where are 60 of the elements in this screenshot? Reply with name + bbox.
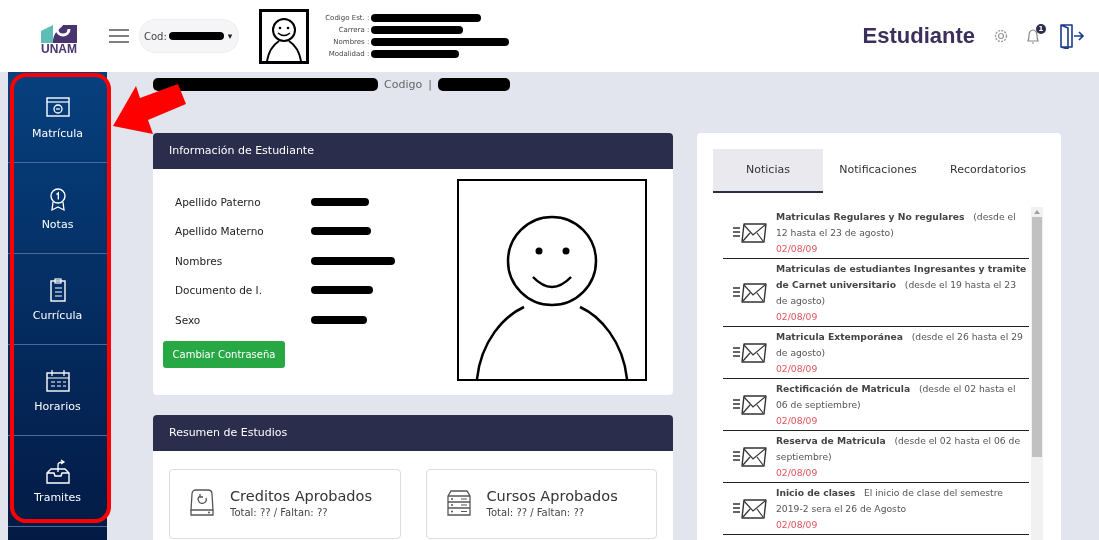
card-title: Resumen de Estudios xyxy=(153,415,673,451)
news-date: 02/08/09 xyxy=(776,362,819,376)
news-date: 02/08/09 xyxy=(776,466,819,480)
sidebar-item[interactable]: Currícula xyxy=(8,254,107,345)
news-text: Matricula Extemporánea (desde el 26 hasta el 29 de agosto) xyxy=(776,330,1024,360)
bell-icon xyxy=(1025,27,1041,45)
field-label: Nombres xyxy=(175,254,224,267)
server-icon xyxy=(444,488,473,518)
stat-detail: Total: ?? / Faltan: ?? xyxy=(230,507,329,518)
code-select[interactable]: Cod: ▾ xyxy=(139,19,240,53)
stat-title: Cursos Aprobados xyxy=(486,488,618,504)
redaction-bar xyxy=(311,315,367,324)
tab[interactable]: Noticias xyxy=(713,149,823,193)
envelope-icon xyxy=(732,342,768,364)
envelope-icon xyxy=(732,222,768,244)
sidebar-item[interactable]: Notas xyxy=(8,163,107,254)
logo-icon xyxy=(39,23,79,43)
redaction-bar xyxy=(311,197,369,206)
sidebar-item[interactable]: Horarios xyxy=(8,345,107,436)
role-title: Estudiante xyxy=(862,23,975,49)
envelope-icon xyxy=(732,394,768,416)
news-date: 02/08/09 xyxy=(776,242,819,256)
tab[interactable]: Notificaciones xyxy=(823,149,933,193)
news-text: Reserva de Matricula (desde el 02 hasta el 06 de septiembre) xyxy=(776,434,1022,464)
news-text: Inicio de clases El inicio de clase del semestre 2019-2 sera el 26 de Agosto xyxy=(776,486,1004,516)
sidebar-item[interactable]: Matrícula xyxy=(8,72,107,163)
field-label: Apellido Materno xyxy=(175,225,265,238)
stat-title: Creditos Aprobados xyxy=(230,488,372,504)
drive-icon xyxy=(188,488,216,518)
code-label: Codigo xyxy=(384,78,423,91)
stat-detail: Total: ?? / Faltan: ?? xyxy=(486,507,586,518)
calendar-icon xyxy=(44,367,71,394)
separator: | xyxy=(428,78,432,91)
scrollbar[interactable] xyxy=(1031,207,1043,540)
logout-icon xyxy=(1059,23,1085,49)
redaction-bar xyxy=(311,227,371,236)
news-text: Rectificación de Matricula (desde el 02 hasta el 06 de septiembre) xyxy=(776,382,1017,412)
settings-icon xyxy=(993,28,1009,44)
card-title: Información de Estudiante xyxy=(153,133,673,169)
news-text: Matriculas Regulares y No regulares (desde el 12 hasta el 23 de agosto) xyxy=(776,210,1017,240)
news-date: 02/08/09 xyxy=(776,310,819,324)
sidebar-item[interactable]: Tramites xyxy=(8,436,107,527)
news-date: 02/08/09 xyxy=(776,414,819,428)
envelope-icon xyxy=(732,282,768,304)
field-label: Documento de I. xyxy=(175,284,264,297)
inbox-upload-icon xyxy=(44,458,71,485)
caret-icon: ▾ xyxy=(227,31,233,41)
redaction-bar xyxy=(311,286,373,295)
scroll-thumb[interactable] xyxy=(1032,217,1042,457)
code-label: Cod: xyxy=(144,30,167,42)
envelope-icon xyxy=(732,446,768,468)
news-text: Matriculas de estudiantes Ingresantes y tramite de Carnet universitario (desde el 19 hasta el 23 de agosto) xyxy=(776,262,1028,308)
tab[interactable]: Recordatorios xyxy=(933,149,1043,193)
logo-text: UNAM xyxy=(41,43,77,55)
menu-icon xyxy=(109,29,129,43)
field-label: Apellido Paterno xyxy=(175,195,262,208)
envelope-icon xyxy=(732,498,768,520)
redaction-bar xyxy=(168,32,224,40)
news-date: 02/08/09 xyxy=(776,518,819,532)
field-label: Sexo xyxy=(175,313,202,326)
